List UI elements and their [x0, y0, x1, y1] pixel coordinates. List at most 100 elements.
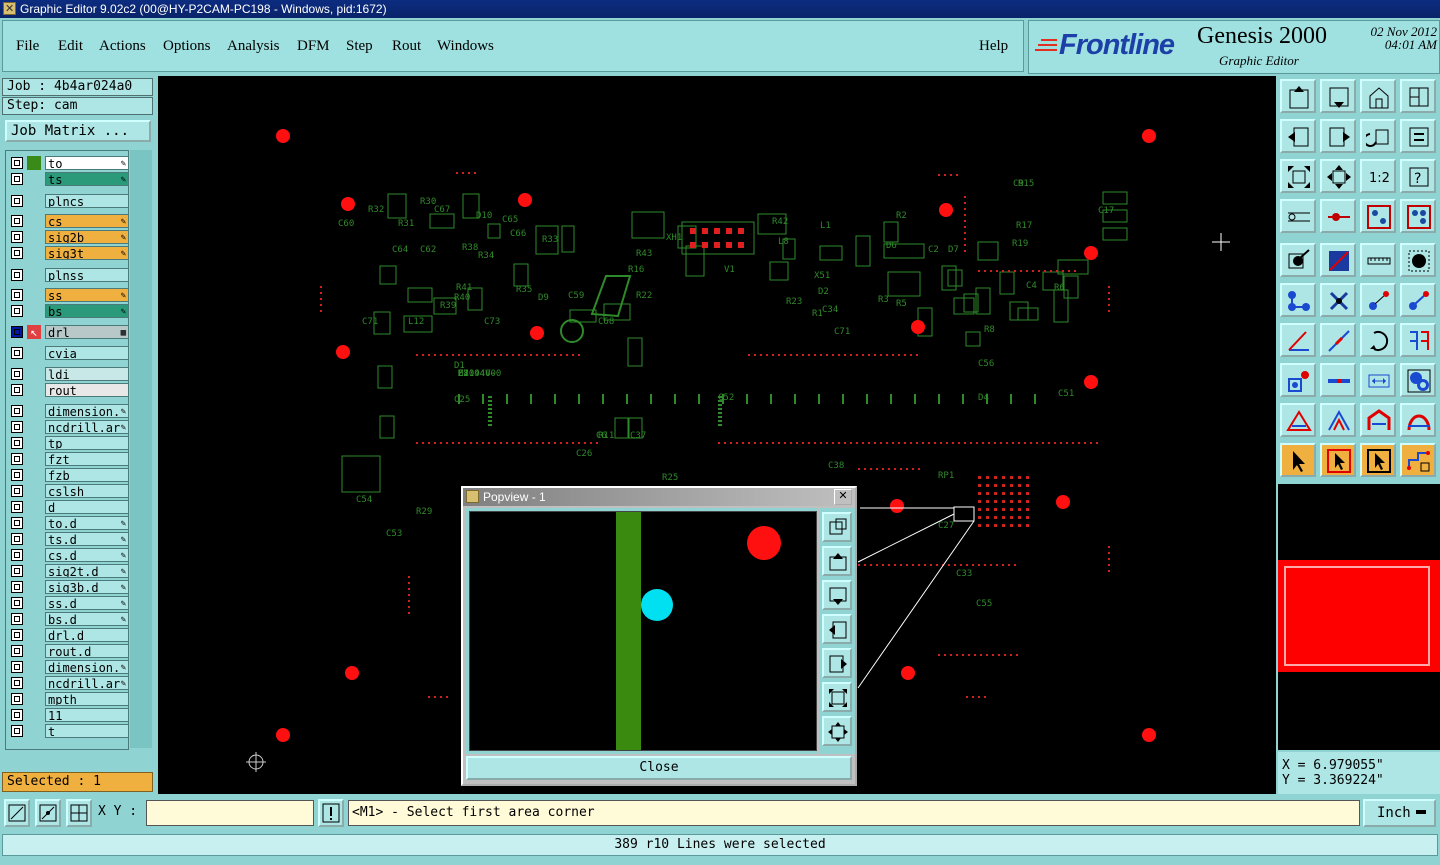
overview-panel[interactable]	[1278, 484, 1440, 750]
rotate-button[interactable]	[1360, 323, 1396, 357]
layers-all-button[interactable]	[1400, 199, 1436, 233]
layer-checkbox[interactable]	[11, 533, 23, 545]
layer-name[interactable]: sig2t.d ✎	[45, 564, 129, 578]
menu-step[interactable]: Step	[346, 38, 373, 55]
home-button[interactable]	[1360, 79, 1396, 113]
layer-row[interactable]: ldi	[9, 367, 129, 381]
layer-color-swatch[interactable]	[27, 214, 41, 228]
layer-name[interactable]: ldi	[45, 367, 129, 381]
layer-checkbox[interactable]	[11, 231, 23, 243]
layer-name[interactable]: sig3b.d ✎	[45, 580, 129, 594]
layer-color-swatch[interactable]	[27, 246, 41, 260]
layer-row[interactable]: cs.d ✎	[9, 548, 129, 562]
layer-row[interactable]: dimension. ✎	[9, 660, 129, 674]
menu-help[interactable]: Help	[979, 38, 1008, 55]
layer-row[interactable]: rout	[9, 383, 129, 397]
layer-checkbox[interactable]	[11, 581, 23, 593]
pointer-box-button[interactable]	[1320, 443, 1356, 477]
popview-pan-up-button[interactable]	[822, 546, 852, 576]
layer-color-swatch[interactable]	[27, 346, 41, 360]
layer-name[interactable]: plncs	[45, 194, 129, 208]
layer-color-swatch[interactable]	[27, 468, 41, 482]
redraw-button[interactable]	[1400, 119, 1436, 153]
menu-rout[interactable]: Rout	[392, 38, 421, 55]
layer-color-swatch[interactable]	[27, 564, 41, 578]
layer-checkbox[interactable]	[11, 195, 23, 207]
layer-row[interactable]: to.d ✎	[9, 516, 129, 530]
layer-color-swatch[interactable]	[27, 548, 41, 562]
layer-color-swatch[interactable]	[27, 516, 41, 530]
layer-name[interactable]: to ✎	[45, 156, 129, 170]
layer-row[interactable]: rout.d	[9, 644, 129, 658]
layer-row[interactable]: ncdrill.ar ✎	[9, 676, 129, 690]
undo-button[interactable]	[1360, 119, 1396, 153]
layer-row[interactable]: plncs	[9, 194, 129, 208]
layer-row[interactable]: drl.d	[9, 628, 129, 642]
layer-checkbox[interactable]	[11, 289, 23, 301]
layer-checkbox[interactable]	[11, 247, 23, 259]
layer-row[interactable]: 11	[9, 708, 129, 722]
bar-button[interactable]	[1320, 363, 1356, 397]
layer-name[interactable]: t	[45, 724, 129, 738]
hole-button[interactable]	[1400, 243, 1436, 277]
layer-name[interactable]: dimension. ✎	[45, 404, 129, 418]
layer-color-swatch[interactable]	[27, 724, 41, 738]
layer-name[interactable]: d	[45, 500, 129, 514]
layer-checkbox[interactable]	[11, 677, 23, 689]
layer-name[interactable]: mpth	[45, 692, 129, 706]
layer-checkbox[interactable]	[11, 629, 23, 641]
popview-pan-right-button[interactable]	[822, 648, 852, 678]
zoom-area-button[interactable]	[4, 799, 30, 827]
layer-checkbox[interactable]	[11, 421, 23, 433]
layer-checkbox[interactable]	[11, 269, 23, 281]
arch2-button[interactable]	[1400, 403, 1436, 437]
menu-windows[interactable]: Windows	[437, 38, 494, 55]
layer-row[interactable]: sig2b ✎	[9, 230, 129, 244]
cross-button[interactable]	[1320, 283, 1356, 317]
layer-name[interactable]: cslsh	[45, 484, 129, 498]
layer-color-swatch[interactable]	[27, 532, 41, 546]
pad-button[interactable]	[1280, 243, 1316, 277]
layer-name[interactable]: cvia	[45, 346, 129, 360]
layer-name[interactable]: ts ✎	[45, 172, 129, 186]
xy-input[interactable]	[146, 800, 314, 826]
menu-analysis[interactable]: Analysis	[227, 38, 280, 55]
layer-row[interactable]: dimension. ✎	[9, 404, 129, 418]
layer-checkbox[interactable]	[11, 709, 23, 721]
layer-row[interactable]: plnss	[9, 268, 129, 282]
layer-row[interactable]: fzb	[9, 468, 129, 482]
layer-name[interactable]: drl ▦	[45, 325, 129, 339]
triangle-button[interactable]	[1280, 403, 1316, 437]
layer-checkbox[interactable]	[11, 645, 23, 657]
menu-edit[interactable]: Edit	[58, 38, 83, 55]
scale-1-2-button[interactable]: 1:2	[1360, 159, 1396, 193]
snap-button[interactable]	[1280, 199, 1316, 233]
layer-checkbox[interactable]	[11, 173, 23, 185]
layer-checkbox[interactable]	[11, 326, 23, 338]
layer-row[interactable]: cs ✎	[9, 214, 129, 228]
layer-name[interactable]: to.d ✎	[45, 516, 129, 530]
layer-color-swatch[interactable]	[27, 644, 41, 658]
layer-checkbox[interactable]	[11, 613, 23, 625]
layer-name[interactable]: plnss	[45, 268, 129, 282]
layer-checkbox[interactable]	[11, 661, 23, 673]
layer-color-swatch[interactable]	[27, 383, 41, 397]
layer-color-swatch[interactable]	[27, 708, 41, 722]
layer-name[interactable]: rout	[45, 383, 129, 397]
layer-row[interactable]: ts.d ✎	[9, 532, 129, 546]
popview-titlebar[interactable]: Popview - 1 ✕	[463, 488, 855, 506]
move-right-button[interactable]	[1320, 119, 1356, 153]
layer-checkbox[interactable]	[11, 453, 23, 465]
menu-options[interactable]: Options	[163, 38, 211, 55]
layer-color-swatch[interactable]	[27, 288, 41, 302]
layer-name[interactable]: fzt	[45, 452, 129, 466]
layer-checkbox[interactable]	[11, 693, 23, 705]
menu-dfm[interactable]: DFM	[297, 38, 330, 55]
layer-checkbox[interactable]	[11, 565, 23, 577]
popview-pan-left-button[interactable]	[822, 614, 852, 644]
arrow-pad2-button[interactable]	[1400, 283, 1436, 317]
snap-button[interactable]	[35, 799, 61, 827]
layer-row[interactable]: cvia	[9, 346, 129, 360]
layer-color-swatch[interactable]	[27, 194, 41, 208]
overview-viewport[interactable]	[1284, 566, 1430, 666]
